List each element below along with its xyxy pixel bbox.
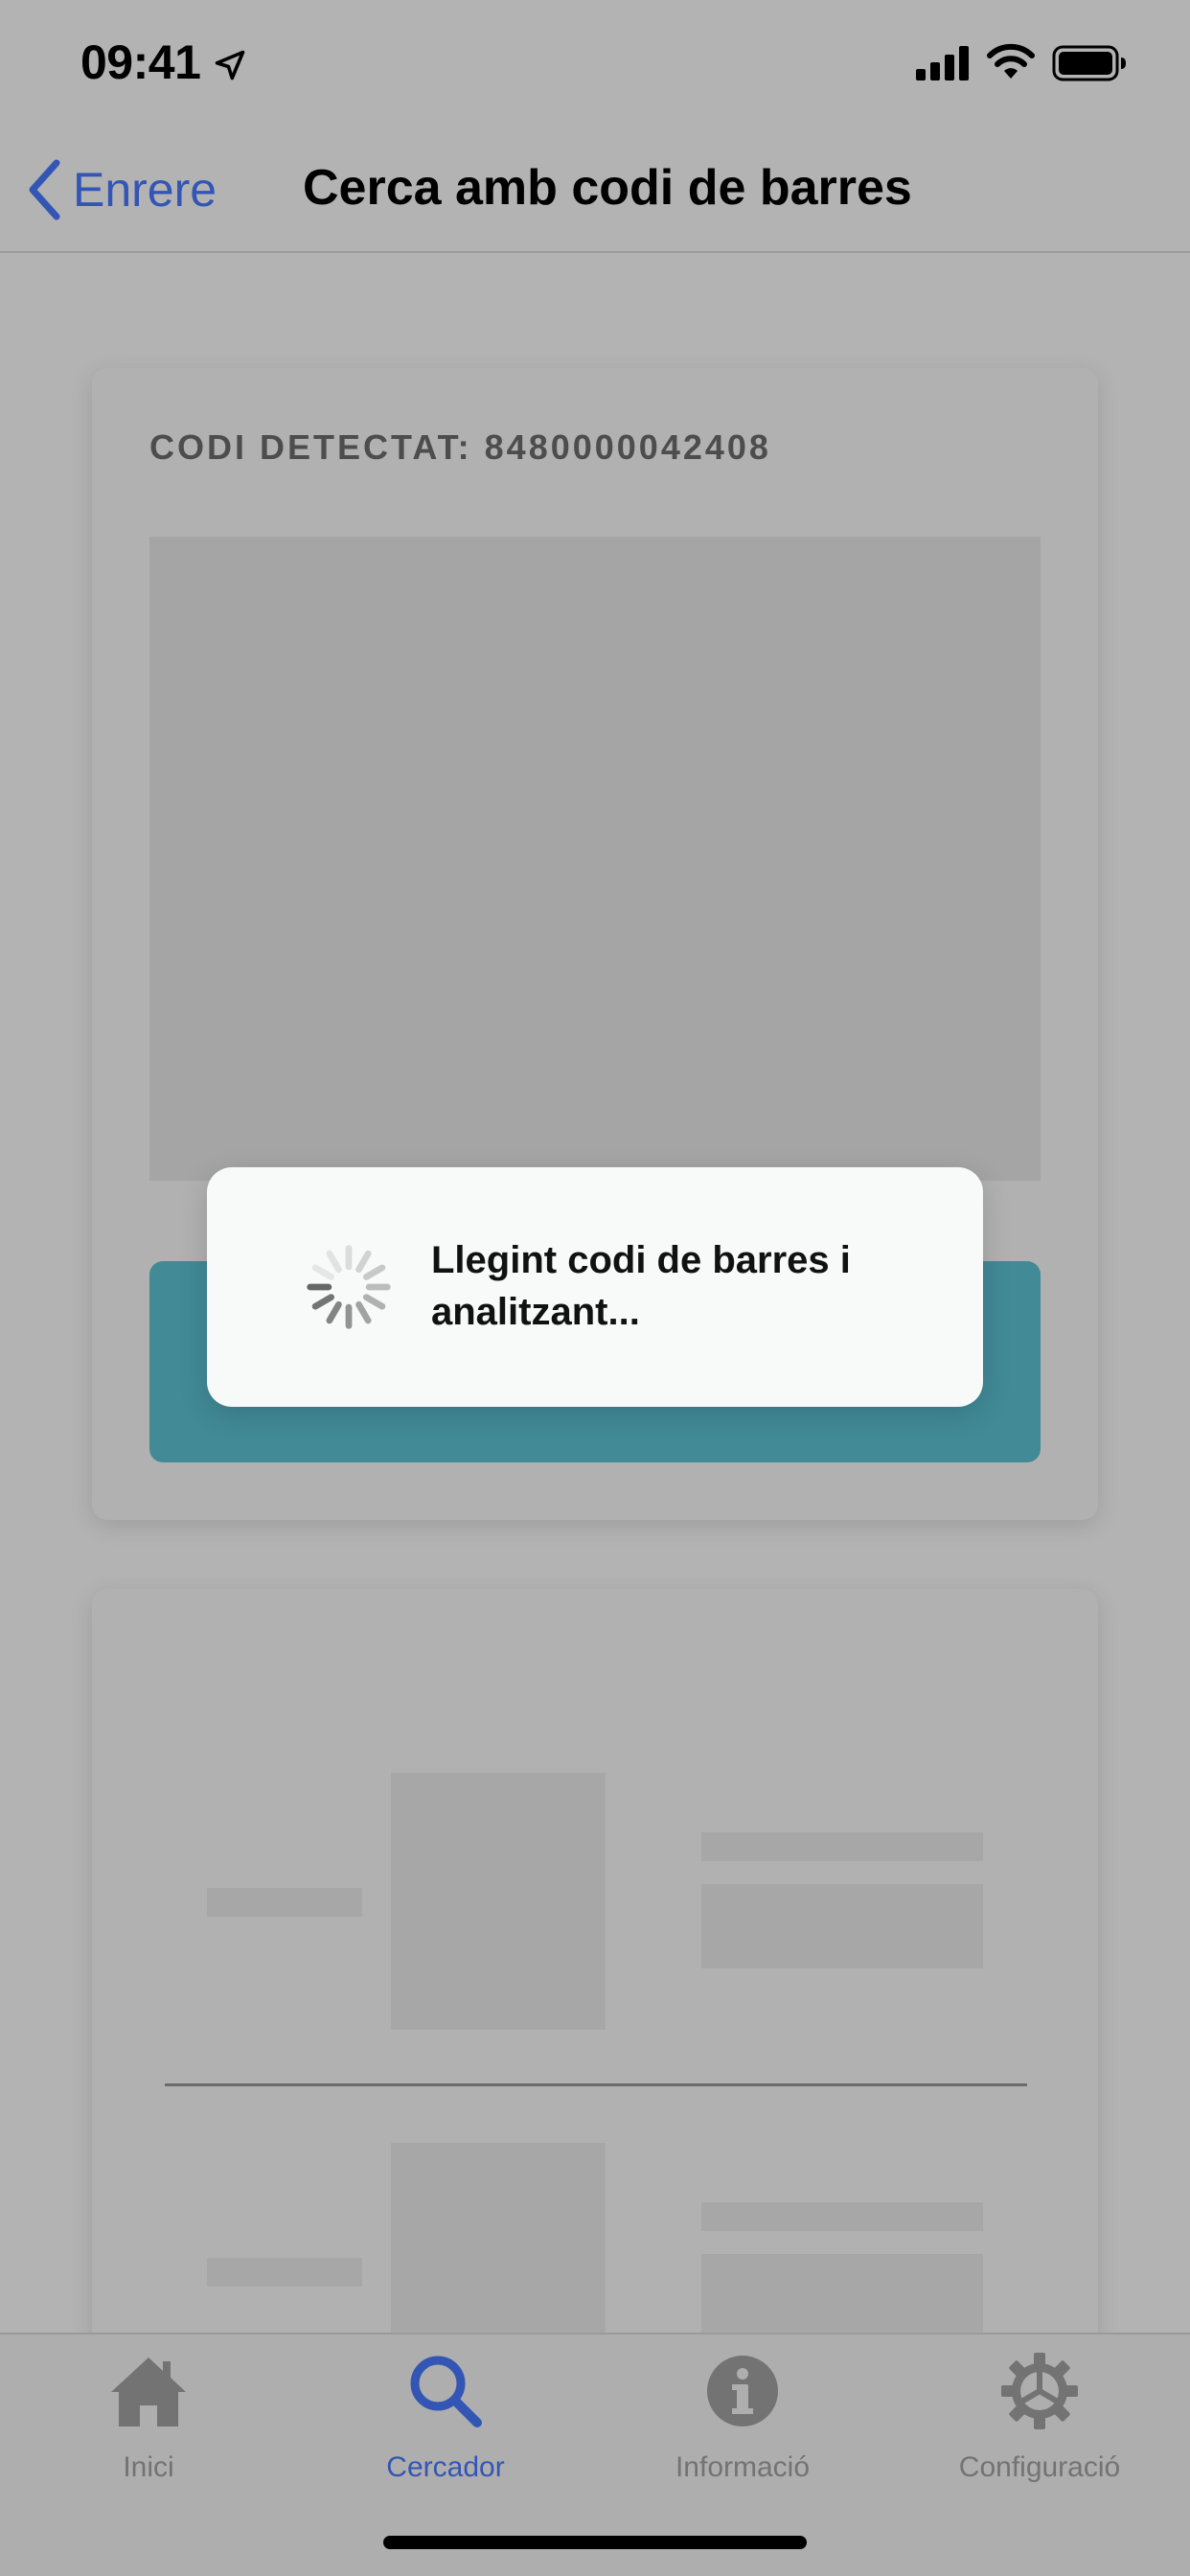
- tab-search[interactable]: Cercador: [297, 2334, 594, 2507]
- battery-icon: [1052, 45, 1126, 81]
- search-icon: [410, 2356, 482, 2427]
- skeleton-line: [701, 1832, 983, 1861]
- skeleton-image: [391, 1773, 606, 2030]
- back-button[interactable]: Enrere: [25, 155, 217, 224]
- tab-label: Informació: [675, 2451, 811, 2483]
- tab-label: Cercador: [386, 2451, 505, 2483]
- wifi-icon: [987, 43, 1035, 79]
- skeleton-line: [701, 2202, 983, 2231]
- cellular-signal-icon: [916, 46, 969, 80]
- status-time: 09:41: [80, 35, 201, 89]
- camera-preview: [149, 537, 1041, 1181]
- detected-code-label: CODI DETECTAT: 8480000042408: [149, 427, 771, 467]
- tab-info[interactable]: Informació: [594, 2334, 891, 2507]
- navigation-bar: Enrere Cerca amb codi de barres: [0, 126, 1190, 253]
- status-bar: 09:41: [0, 0, 1190, 126]
- tab-label: Configuració: [958, 2451, 1121, 2483]
- screen: 09:41 Enrere Cerca amb codi de barres CO…: [0, 0, 1190, 2576]
- location-arrow-icon: [215, 50, 245, 80]
- loading-dialog: Llegint codi de barres i analitzant...: [207, 1167, 983, 1407]
- back-label: Enrere: [73, 163, 217, 217]
- gear-icon: [1001, 2353, 1078, 2429]
- loading-message: Llegint codi de barres i analitzant...: [431, 1239, 851, 1333]
- skeleton-block: [701, 1884, 983, 1968]
- spinner-icon: [307, 1245, 391, 1329]
- tab-settings[interactable]: Configuració: [891, 2334, 1188, 2507]
- page-title: Cerca amb codi de barres: [303, 160, 912, 216]
- chevron-left-icon: [29, 159, 60, 220]
- tab-home[interactable]: Inici: [0, 2334, 297, 2507]
- tab-label: Inici: [123, 2451, 174, 2483]
- home-icon: [111, 2358, 186, 2426]
- skeleton-label: [207, 2258, 362, 2287]
- skeleton-block: [701, 2254, 983, 2338]
- skeleton-label: [207, 1888, 362, 1917]
- divider: [165, 2083, 1027, 2086]
- home-indicator: [383, 2536, 807, 2549]
- info-icon: [707, 2356, 778, 2426]
